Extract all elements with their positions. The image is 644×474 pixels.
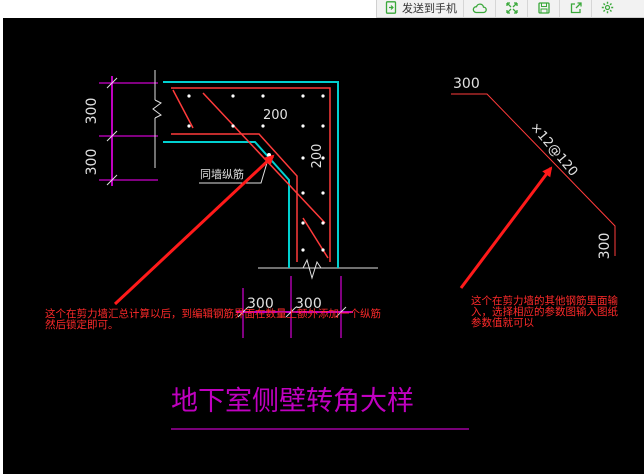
rebar-lines: [171, 87, 331, 262]
right-annotation-arrow: [459, 166, 553, 289]
dim-right-side: 300: [597, 233, 613, 260]
dim-inner-horizontal: 200: [263, 108, 288, 123]
dim-left-bottom: 300: [84, 149, 100, 176]
right-annotation-note: 这个在剪力墙的其他钢筋里面输 入，选择相应的参数图输入图纸 参数值就可以: [471, 295, 618, 329]
dim-right-top: 300: [453, 76, 480, 92]
cad-drawing: 300 300 200 200 同墙纵筋 300 300 300 ×12@120…: [84, 70, 616, 430]
share-icon: [570, 0, 582, 18]
settings-button[interactable]: [592, 0, 623, 17]
share-button[interactable]: [560, 0, 592, 17]
rebar-spec-label: ×12@120: [527, 120, 580, 180]
wall-outline: [163, 81, 339, 268]
wall-break-lines: [152, 70, 378, 280]
right-parameter-diagram: 300 ×12@120 300: [451, 76, 616, 260]
cad-drawing-canvas[interactable]: 300 300 200 200 同墙纵筋 300 300 300 ×12@120…: [3, 18, 644, 474]
top-toolbar: 发送到手机: [376, 0, 644, 18]
send-to-phone-button[interactable]: 发送到手机: [377, 0, 464, 17]
save-button[interactable]: [528, 0, 560, 17]
left-annotation-arrow: [113, 154, 275, 306]
cloud-button[interactable]: [464, 0, 496, 17]
drawing-title: 地下室侧壁转角大样: [171, 386, 414, 417]
send-phone-icon: [385, 0, 397, 18]
expand-button[interactable]: [496, 0, 528, 17]
wall-rebar-label: 同墙纵筋: [200, 167, 244, 181]
dim-left-top: 300: [84, 98, 100, 125]
dim-inner-vertical: 200: [310, 144, 325, 169]
save-icon: [537, 0, 550, 18]
send-to-phone-label: 发送到手机: [402, 2, 457, 15]
left-dimension: 300 300: [84, 76, 158, 186]
left-annotation-note: 这个在剪力墙汇总计算以后，到编辑钢筋界面在数量上额外添加一个纵筋 然后锁定即可。: [45, 308, 381, 331]
cloud-icon: [472, 0, 487, 18]
expand-icon: [505, 0, 518, 18]
settings-icon: [601, 0, 614, 18]
